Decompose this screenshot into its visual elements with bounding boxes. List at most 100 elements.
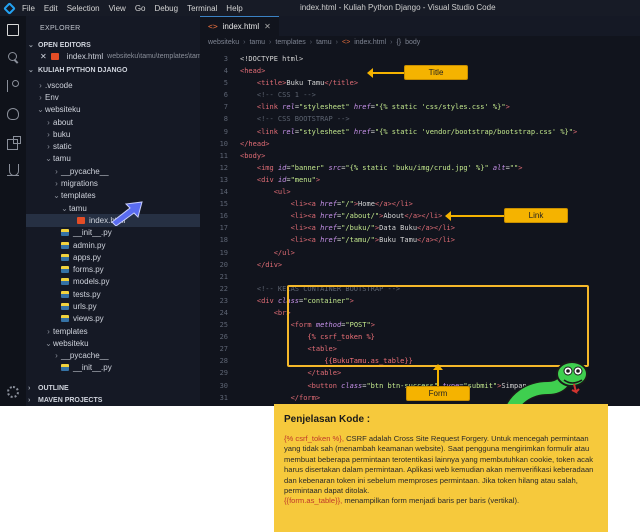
- open-editor-name: index.html: [66, 52, 104, 61]
- code-line[interactable]: 3 <!DOCTYPE html>: [200, 53, 640, 65]
- tree-folder[interactable]: › about: [26, 116, 200, 128]
- tree-folder[interactable]: ⌄ tamu: [26, 153, 200, 165]
- code-line[interactable]: 16 <li><a href="/about/">About</a></li>: [200, 210, 640, 222]
- tree-item-label: __init__.py: [73, 363, 112, 373]
- breadcrumb-item[interactable]: websiteku: [208, 39, 239, 46]
- test-flask-icon[interactable]: [7, 164, 19, 176]
- menu-file[interactable]: File: [22, 4, 35, 13]
- tree-folder[interactable]: › __pycache__: [26, 165, 200, 177]
- code-line[interactable]: 11 <body>: [200, 150, 640, 162]
- tree-folder[interactable]: ⌄ websiteku: [26, 104, 200, 116]
- csrf-code-ref: {% csrf_token %},: [284, 434, 344, 443]
- tree-file[interactable]: apps.py: [26, 251, 200, 263]
- tree-file[interactable]: urls.py: [26, 300, 200, 312]
- search-icon[interactable]: [7, 52, 19, 64]
- chevron-down-icon: ⌄: [45, 154, 52, 164]
- code-line[interactable]: 15 <li><a href="/">Home</a></li>: [200, 198, 640, 210]
- code-text: </head>: [240, 139, 270, 148]
- line-number: 4: [223, 67, 228, 76]
- source-control-icon[interactable]: [7, 80, 19, 92]
- line-number: 24: [219, 308, 228, 317]
- tree-file[interactable]: forms.py: [26, 263, 200, 275]
- link-annotation: Link: [504, 208, 568, 223]
- chevron-right-icon: ›: [39, 92, 42, 102]
- tree-folder[interactable]: › Env: [26, 91, 200, 103]
- menu-bar: File Edit Selection View Go Debug Termin…: [22, 4, 243, 13]
- code-line[interactable]: 10 </head>: [200, 138, 640, 150]
- tree-file[interactable]: tests.py: [26, 288, 200, 300]
- tree-file[interactable]: models.py: [26, 276, 200, 288]
- gear-icon[interactable]: [7, 386, 19, 398]
- menu-debug[interactable]: Debug: [154, 4, 178, 13]
- tree-folder[interactable]: › migrations: [26, 177, 200, 189]
- chevron-right-icon: ›: [55, 351, 58, 361]
- tree-folder[interactable]: › templates: [26, 325, 200, 337]
- line-number: 31: [219, 393, 228, 402]
- menu-help[interactable]: Help: [226, 4, 242, 13]
- tree-item-label: templates: [53, 326, 88, 336]
- code-line[interactable]: 18 <li><a href="/tamu/">Buku Tamu</a></l…: [200, 234, 640, 246]
- code-line[interactable]: 8 <!-- CSS BOOTSTRAP -->: [200, 113, 640, 125]
- breadcrumb-item[interactable]: templates: [275, 39, 305, 46]
- code-line[interactable]: 17 <li><a href="/buku/">Data Buku</a></l…: [200, 222, 640, 234]
- chevron-down-icon: ⌄: [45, 338, 52, 348]
- menu-terminal[interactable]: Terminal: [187, 4, 217, 13]
- code-line[interactable]: 14 <ul>: [200, 186, 640, 198]
- form-annotation-arrow: [433, 364, 443, 387]
- line-number: 23: [219, 296, 228, 305]
- python-file-icon: [61, 302, 69, 310]
- code-line[interactable]: 19 </ul>: [200, 247, 640, 259]
- menu-selection[interactable]: Selection: [67, 4, 100, 13]
- code-line[interactable]: 9 <link rel="stylesheet" href="{% static…: [200, 126, 640, 138]
- line-number: 8: [223, 115, 228, 124]
- tree-folder[interactable]: › buku: [26, 128, 200, 140]
- breadcrumb-item[interactable]: index.html: [354, 39, 386, 46]
- tree-item-label: buku: [53, 129, 71, 139]
- python-file-icon: [61, 253, 69, 261]
- menu-view[interactable]: View: [109, 4, 126, 13]
- explorer-icon[interactable]: [7, 24, 19, 36]
- maven-projects-section[interactable]: MAVEN PROJECTS: [28, 397, 102, 404]
- python-file-icon: [61, 229, 69, 237]
- project-section[interactable]: KULIAH PYTHON DJANGO: [28, 66, 127, 74]
- form-annotation: Form: [406, 386, 470, 401]
- code-line[interactable]: 13 <div id="menu">: [200, 174, 640, 186]
- extensions-icon[interactable]: [7, 136, 21, 150]
- tab-index-html[interactable]: <> index.html ✕: [200, 16, 279, 36]
- menu-go[interactable]: Go: [135, 4, 146, 13]
- tree-folder[interactable]: › static: [26, 140, 200, 152]
- tree-item-label: templates: [61, 191, 96, 201]
- breadcrumb-item[interactable]: tamu: [316, 39, 332, 46]
- chevron-right-icon: ›: [39, 80, 42, 90]
- line-number: 25: [219, 321, 228, 330]
- code-line[interactable]: 20 </div>: [200, 259, 640, 271]
- line-number: 11: [219, 151, 228, 160]
- python-file-icon: [61, 266, 69, 274]
- breadcrumb-item[interactable]: tamu: [249, 39, 265, 46]
- close-icon[interactable]: ✕: [40, 52, 47, 61]
- menu-edit[interactable]: Edit: [44, 4, 58, 13]
- tree-folder[interactable]: › __pycache__: [26, 350, 200, 362]
- csrf-explanation: CSRF adalah Cross Site Request Forgery. …: [284, 434, 594, 496]
- tree-file[interactable]: __init__.py: [26, 227, 200, 239]
- open-editors-section[interactable]: OPEN EDITORS: [28, 41, 91, 49]
- tree-item-label: urls.py: [73, 301, 97, 311]
- breadcrumb-item[interactable]: body: [405, 39, 420, 46]
- open-editor-item[interactable]: ✕ index.html websiteku\tamu\templates\ta…: [40, 52, 206, 61]
- close-icon[interactable]: ✕: [264, 22, 271, 31]
- debug-icon[interactable]: [7, 108, 19, 120]
- code-line[interactable]: 12 <img id="banner" src="{% static 'buku…: [200, 162, 640, 174]
- tree-file[interactable]: admin.py: [26, 239, 200, 251]
- line-number: 10: [219, 139, 228, 148]
- tree-file[interactable]: __init__.py: [26, 362, 200, 374]
- vscode-window: File Edit Selection View Go Debug Termin…: [0, 0, 640, 406]
- tree-file[interactable]: views.py: [26, 313, 200, 325]
- code-line[interactable]: 21: [200, 271, 640, 283]
- code-line[interactable]: 6 <!-- CSS 1 -->: [200, 89, 640, 101]
- code-line[interactable]: 7 <link rel="stylesheet" href="{% static…: [200, 101, 640, 113]
- tree-folder[interactable]: ⌄ websiteku: [26, 337, 200, 349]
- tree-item-label: websiteku: [45, 105, 81, 115]
- tree-item-label: tests.py: [73, 289, 101, 299]
- tree-folder[interactable]: › .vscode: [26, 79, 200, 91]
- outline-section[interactable]: OUTLINE: [28, 385, 69, 392]
